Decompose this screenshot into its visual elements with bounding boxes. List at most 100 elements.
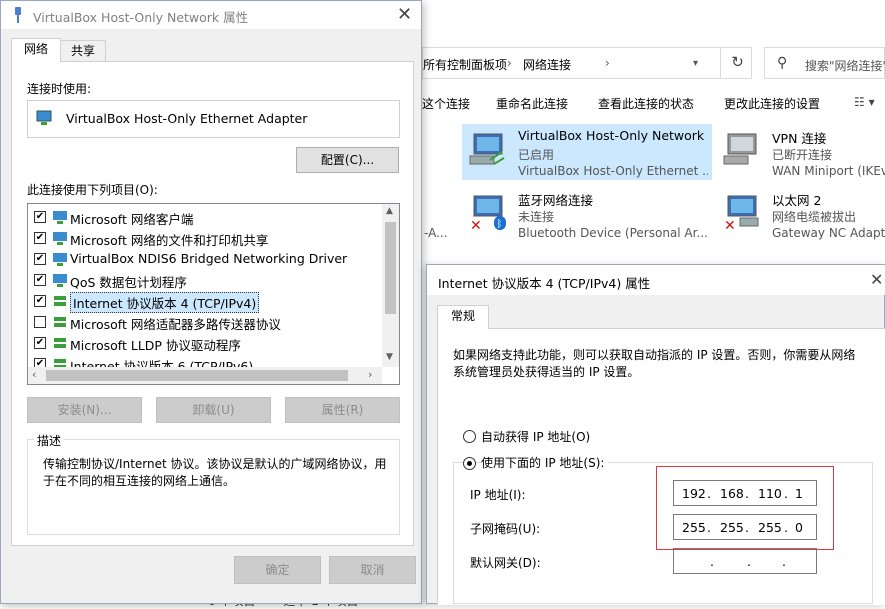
octet-dot: . [782, 554, 786, 569]
description-text: 传输控制协议/Internet 协议。该协议是默认的广域网络协议，用于在不同的相… [43, 457, 387, 488]
list-item-label: VirtualBox NDIS6 Bridged Networking Driv… [70, 251, 348, 266]
svg-text:ᛒ: ᛒ [497, 219, 503, 230]
list-item-label: Internet 协议版本 4 (TCP/IPv4) [70, 292, 260, 313]
items-label: 此连接使用下列项目(O): [27, 183, 158, 197]
manual-ip-radio[interactable] [463, 457, 476, 470]
info-text: 如果网络支持此功能，则可以获取自动指派的 IP 设置。否则，你需要从网络系统管理… [453, 348, 856, 379]
cancel-button[interactable]: 取消 [329, 556, 416, 584]
list-item-label: QoS 数据包计划程序 [70, 275, 187, 290]
command-bar: 这个连接 重命名此连接 查看此连接的状态 更改此连接的设置 ☷ ▾ [422, 87, 885, 117]
configure-button[interactable]: 配置(C)... [296, 147, 399, 173]
connection-device: WAN Miniport (IKEv [772, 164, 885, 178]
close-icon[interactable]: ✕ [397, 4, 412, 25]
auto-ip-label[interactable]: 自动获得 IP 地址(O) [481, 428, 590, 445]
network-adapter-icon [469, 133, 505, 165]
list-item-ipv4-selected[interactable]: ✔ Internet 协议版本 4 (TCP/IPv4) [34, 291, 260, 313]
refresh-icon: ↻ [731, 53, 744, 71]
dialog-title-bar[interactable]: VirtualBox Host-Only Network 属性 ✕ [1, 1, 421, 29]
connection-ethernet-2[interactable]: ✕ 以太网 2 网络电缆被拔出 Gateway NC Adapte [716, 186, 885, 242]
network-client-icon [53, 211, 67, 224]
list-item-label: Microsoft LLDP 协议驱动程序 [70, 338, 241, 353]
connection-bluetooth[interactable]: ✕ ᛒ 蓝牙网络连接 未连接 Bluetooth Device (Persona… [462, 186, 712, 242]
scroll-thumb-horizontal[interactable] [46, 370, 348, 381]
connection-status: 网络电缆被拔出 [772, 210, 857, 224]
connection-status: 已断开连接 [772, 148, 833, 162]
network-service-icon [53, 232, 67, 245]
connection-device: Gateway NC Adapte [772, 226, 885, 240]
checkbox[interactable] [34, 316, 46, 328]
connection-vpn[interactable]: VPN 连接 已断开连接 WAN Miniport (IKEv [716, 124, 885, 180]
breadcrumb-separator-icon: › [507, 56, 512, 70]
connect-using-label: 连接时使用: [27, 82, 92, 96]
scroll-thumb[interactable] [385, 222, 396, 314]
items-listbox[interactable]: ✔ Microsoft 网络客户端 ✔ Microsoft 网络的文件和打印机共… [27, 203, 400, 385]
gateway-label: 默认网关(D): [470, 556, 541, 570]
horizontal-scrollbar[interactable]: ‹ › [28, 367, 382, 384]
vertical-scrollbar[interactable]: ▲ ▼ [382, 204, 399, 367]
properties-button[interactable]: 属性(R) [285, 397, 400, 423]
checkbox[interactable]: ✔ [34, 232, 46, 244]
connection-status: 已启用 [518, 148, 555, 162]
connection-status: 未连接 [518, 210, 555, 224]
connection-name: VirtualBox Host-Only Network [518, 128, 705, 143]
list-item-label: Microsoft 网络适配器多路传送器协议 [70, 317, 281, 332]
install-button[interactable]: 安装(N)... [27, 397, 142, 423]
checkbox[interactable]: ✔ [34, 274, 46, 286]
search-input[interactable]: 搜索"网络连接" [805, 57, 885, 74]
svg-text:✕: ✕ [470, 218, 482, 230]
address-bar[interactable]: 所有控制面板项 › 网络连接 › ▾ [422, 47, 752, 79]
close-icon[interactable]: ✕ [870, 270, 883, 289]
highlight-annotation-box [656, 466, 834, 550]
checkbox[interactable]: ✔ [34, 253, 46, 265]
chevron-right-icon[interactable]: › [605, 56, 610, 70]
connection-device: VirtualBox Host-Only Ethernet ... [518, 164, 708, 178]
adapter-name: VirtualBox Host-Only Ethernet Adapter [66, 111, 308, 126]
command-change-settings[interactable]: 更改此连接的设置 [724, 95, 820, 112]
refresh-button[interactable]: ↻ [720, 47, 754, 79]
ipv4-properties-dialog: Internet 协议版本 4 (TCP/IPv4) 属性 ✕ 常规 如果网络支… [426, 264, 885, 605]
network-adapter-icon [36, 110, 52, 125]
bluetooth-adapter-icon: ✕ ᛒ [470, 195, 506, 230]
scroll-down-icon[interactable]: ▼ [386, 352, 393, 362]
dialog-title: Internet 协议版本 4 (TCP/IPv4) 属性 [438, 276, 651, 291]
ok-button[interactable]: 确定 [234, 556, 321, 584]
tab-general[interactable]: 常规 [437, 305, 489, 329]
dialog-title-bar[interactable]: Internet 协议版本 4 (TCP/IPv4) 属性 ✕ [427, 265, 885, 295]
connection-device: Bluetooth Device (Personal Ar... [518, 226, 708, 240]
network-cable-icon [15, 7, 21, 23]
chevron-down-icon[interactable]: ▾ [693, 58, 698, 69]
octet-dot: . [747, 554, 751, 569]
tab-sharing[interactable]: 共享 [60, 40, 106, 62]
gateway-input[interactable]: . . . [673, 548, 817, 574]
partial-device-text: -A... [424, 226, 448, 240]
uninstall-button[interactable]: 卸载(U) [156, 397, 271, 423]
search-icon: ⚲ [777, 55, 788, 71]
breadcrumb-control-panel-items[interactable]: 所有控制面板项 [423, 56, 507, 73]
scroll-up-icon[interactable]: ▲ [386, 206, 393, 216]
tab-network[interactable]: 网络 [11, 38, 61, 62]
network-service-icon [53, 253, 67, 266]
checkbox[interactable]: ✔ [34, 211, 46, 223]
network-service-icon [53, 274, 67, 287]
protocol-icon [54, 296, 66, 306]
search-box[interactable]: ⚲ 搜索"网络连接" [764, 47, 885, 79]
manual-ip-label[interactable]: 使用下面的 IP 地址(S): [481, 454, 609, 471]
network-tab-panel: 连接时使用: VirtualBox Host-Only Ethernet Ada… [11, 61, 414, 546]
auto-ip-radio[interactable] [463, 430, 476, 443]
command-connection[interactable]: 这个连接 [422, 95, 470, 112]
checkbox[interactable]: ✔ [34, 295, 46, 307]
list-item-label: Microsoft 网络客户端 [70, 212, 194, 227]
scroll-right-icon[interactable]: › [368, 368, 372, 381]
command-view-status[interactable]: 查看此连接的状态 [598, 95, 694, 112]
svg-text:✕: ✕ [724, 218, 736, 230]
command-rename-connection[interactable]: 重命名此连接 [496, 95, 568, 112]
adapter-properties-dialog: VirtualBox Host-Only Network 属性 ✕ 网络 共享 … [0, 0, 422, 604]
protocol-icon [54, 317, 66, 327]
scroll-left-icon[interactable]: ‹ [32, 368, 36, 381]
breadcrumb-network-connections[interactable]: 网络连接 [523, 56, 571, 73]
connection-virtualbox-host-only[interactable]: VirtualBox Host-Only Network 已启用 Virtual… [462, 124, 712, 180]
description-group: 描述 传输控制协议/Internet 协议。该协议是默认的广域网络协议，用于在不… [27, 432, 400, 535]
view-options-icon[interactable]: ☷ ▾ [854, 95, 875, 109]
vpn-adapter-icon [723, 133, 757, 165]
checkbox[interactable]: ✔ [34, 337, 46, 349]
